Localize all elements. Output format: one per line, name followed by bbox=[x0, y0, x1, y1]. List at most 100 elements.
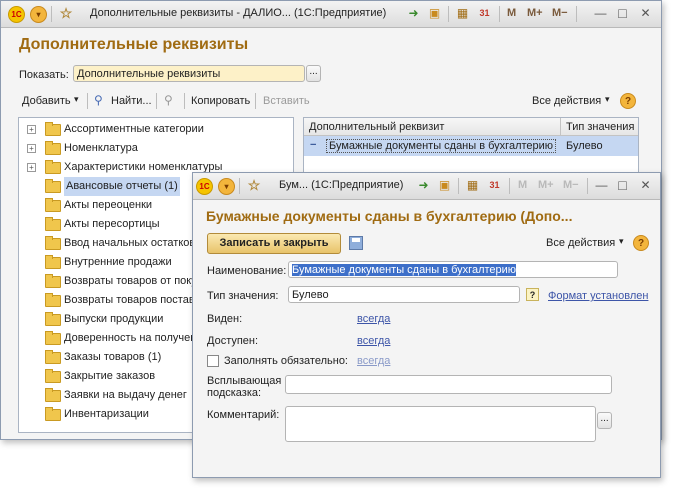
separator bbox=[587, 178, 588, 194]
chevron-down-icon[interactable]: ▾ bbox=[619, 236, 624, 247]
tree-item-label: Акты пересортицы bbox=[64, 218, 160, 230]
type-help-icon[interactable]: ? bbox=[526, 288, 539, 301]
calculator-icon[interactable]: ▦ bbox=[454, 5, 471, 22]
close-icon[interactable]: ✕ bbox=[637, 177, 654, 194]
folder-icon bbox=[45, 350, 61, 364]
memory-m-icon[interactable]: M bbox=[507, 5, 516, 22]
all-actions-button[interactable]: Все действия bbox=[546, 237, 615, 249]
separator bbox=[458, 178, 459, 194]
main-titlebar: 1С ▾ ☆ Дополнительные реквизиты - ДАЛИО.… bbox=[1, 1, 661, 28]
separator bbox=[448, 6, 449, 22]
tree-item-label: Ввод начальных остатков bbox=[64, 237, 196, 249]
help-icon[interactable]: ? bbox=[633, 235, 649, 251]
tree-item-label: Выпуски продукции bbox=[64, 313, 164, 325]
help-icon[interactable]: ? bbox=[620, 93, 636, 109]
add-button[interactable]: Добавить bbox=[22, 95, 71, 107]
save-icon[interactable] bbox=[349, 236, 363, 250]
paste-button[interactable]: Вставить bbox=[263, 95, 310, 107]
tree-item[interactable]: + Ассортиментные категории bbox=[19, 120, 293, 139]
tooltip-label-line2: подсказка: bbox=[207, 387, 262, 399]
table-row[interactable]: − Бумажные документы сданы в бухгалтерию… bbox=[304, 136, 638, 156]
star-icon[interactable]: ☆ bbox=[246, 177, 262, 193]
visible-link[interactable]: всегда bbox=[357, 313, 390, 325]
bookmark-icon[interactable]: ▣ bbox=[436, 177, 453, 194]
tooltip-field[interactable] bbox=[285, 375, 612, 394]
page-title: Дополнительные реквизиты bbox=[19, 36, 249, 53]
format-link[interactable]: Формат установлен bbox=[548, 290, 648, 302]
minus-icon: − bbox=[310, 139, 317, 151]
comment-expand-button[interactable]: ... bbox=[597, 412, 612, 429]
folder-icon bbox=[45, 369, 61, 383]
tree-item-label: Ассортиментные категории bbox=[64, 123, 204, 135]
grid-header-type[interactable]: Тип значения bbox=[561, 118, 638, 136]
required-checkbox[interactable] bbox=[207, 355, 219, 367]
dialog-window: 1С ▾ ☆ Бум... (1С:Предприятие) ➜ ▣ ▦ 31 … bbox=[192, 172, 661, 478]
find-button[interactable]: Найти... bbox=[111, 95, 152, 107]
separator bbox=[184, 93, 185, 109]
tree-item-label: Номенклатура bbox=[64, 142, 138, 154]
type-field[interactable]: Булево bbox=[288, 286, 520, 303]
all-actions-button[interactable]: Все действия bbox=[532, 95, 601, 107]
expand-icon[interactable]: + bbox=[27, 144, 36, 153]
separator bbox=[239, 178, 240, 194]
separator bbox=[509, 178, 510, 194]
minimize-icon[interactable]: — bbox=[592, 5, 609, 22]
tree-item-label: Авансовые отчеты (1) bbox=[64, 177, 180, 196]
comment-label: Комментарий: bbox=[207, 409, 280, 421]
calendar-icon[interactable]: 31 bbox=[486, 177, 503, 194]
tree-item-label: Заказы товаров (1) bbox=[64, 351, 162, 363]
memory-plus-icon[interactable]: M+ bbox=[538, 177, 554, 194]
separator bbox=[156, 93, 157, 109]
comment-field[interactable] bbox=[285, 406, 596, 442]
required-label: Заполнять обязательно: bbox=[224, 355, 348, 367]
close-icon[interactable]: ✕ bbox=[637, 5, 654, 22]
chevron-down-icon[interactable]: ▾ bbox=[605, 94, 610, 105]
tree-item-label: Акты переоценки bbox=[64, 199, 153, 211]
separator bbox=[499, 6, 500, 22]
available-link[interactable]: всегда bbox=[357, 335, 390, 347]
name-field[interactable]: Бумажные документы сданы в бухгалтерию bbox=[288, 261, 618, 278]
1c-logo-icon[interactable]: 1С bbox=[8, 6, 25, 23]
maximize-icon[interactable]: □ bbox=[614, 177, 631, 194]
minimize-icon[interactable]: — bbox=[593, 177, 610, 194]
1c-logo-icon[interactable]: 1С bbox=[196, 178, 213, 195]
separator bbox=[87, 93, 88, 109]
tree-item-label: Инвентаризации bbox=[64, 408, 149, 420]
forward-arrow-icon[interactable]: ➜ bbox=[405, 5, 422, 22]
save-and-close-button[interactable]: Записать и закрыть bbox=[207, 233, 341, 254]
separator bbox=[51, 6, 52, 22]
grid-header-attribute[interactable]: Дополнительный реквизит bbox=[304, 118, 561, 136]
bookmark-icon[interactable]: ▣ bbox=[426, 5, 443, 22]
star-icon[interactable]: ☆ bbox=[58, 5, 74, 21]
calendar-icon[interactable]: 31 bbox=[476, 5, 493, 22]
chevron-down-icon[interactable]: ▾ bbox=[74, 94, 79, 105]
expand-icon[interactable]: + bbox=[27, 163, 36, 172]
folder-icon bbox=[45, 217, 61, 231]
menu-circle-icon[interactable]: ▾ bbox=[30, 6, 47, 23]
table-cell-type: Булево bbox=[566, 140, 603, 152]
folder-icon bbox=[45, 331, 61, 345]
memory-minus-icon[interactable]: M− bbox=[552, 5, 568, 22]
required-link[interactable]: всегда bbox=[357, 355, 390, 367]
memory-minus-icon[interactable]: M− bbox=[563, 177, 579, 194]
maximize-icon[interactable]: □ bbox=[614, 5, 631, 22]
cancel-search-icon[interactable]: ⚲ bbox=[164, 93, 173, 107]
copy-button[interactable]: Копировать bbox=[191, 95, 250, 107]
show-label: Показать: bbox=[19, 69, 69, 81]
show-select-button[interactable]: ... bbox=[306, 65, 321, 82]
tree-item-label: Заявки на выдачу денег bbox=[64, 389, 187, 401]
dialog-header: Бумажные документы сданы в бухгалтерию (… bbox=[206, 208, 573, 224]
folder-icon bbox=[45, 122, 61, 136]
menu-circle-icon[interactable]: ▾ bbox=[218, 178, 235, 195]
forward-arrow-icon[interactable]: ➜ bbox=[415, 177, 432, 194]
folder-icon bbox=[45, 274, 61, 288]
separator bbox=[255, 93, 256, 109]
tree-item[interactable]: + Номенклатура bbox=[19, 139, 293, 158]
show-select[interactable]: Дополнительные реквизиты bbox=[73, 65, 305, 82]
calculator-icon[interactable]: ▦ bbox=[464, 177, 481, 194]
expand-icon[interactable]: + bbox=[27, 125, 36, 134]
memory-m-icon[interactable]: M bbox=[518, 177, 527, 194]
dialog-titlebar: 1С ▾ ☆ Бум... (1С:Предприятие) ➜ ▣ ▦ 31 … bbox=[193, 173, 660, 200]
search-icon: ⚲ bbox=[94, 93, 103, 107]
memory-plus-icon[interactable]: M+ bbox=[527, 5, 543, 22]
